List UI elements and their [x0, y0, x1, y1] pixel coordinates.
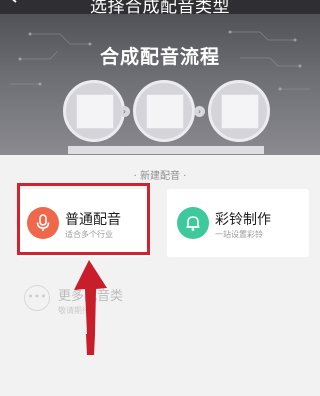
bell-icon: [177, 207, 209, 239]
card-title: 彩铃制作: [215, 212, 271, 228]
more-title: 更多配音类: [58, 289, 124, 304]
banner-title: 合成配音流程: [99, 46, 220, 68]
process-step-1: [63, 80, 125, 142]
annotation-highlight-box: [17, 183, 150, 255]
process-step-3: [208, 80, 270, 142]
card-subtitle: 一站设置彩铃: [215, 230, 263, 239]
step-arrow-icon: ›: [119, 106, 130, 117]
step-arrow-icon: ›: [194, 106, 205, 117]
top-bar: 选择合成配音类型: [0, 0, 320, 14]
page-title: 选择合成配音类型: [90, 0, 230, 14]
process-banner: 合成配音流程 › ›: [0, 14, 320, 155]
more-dubbing-types: ••• 更多配音类 敬请期待: [24, 283, 174, 319]
ellipsis-icon: •••: [24, 285, 50, 311]
step-image-placeholder: [221, 94, 259, 129]
step-image-placeholder: [146, 94, 184, 129]
banner-caption-bar: [68, 146, 264, 154]
ringtone-card[interactable]: 彩铃制作 一站设置彩铃: [167, 189, 309, 257]
section-title: · 新建配音 ·: [133, 171, 187, 182]
process-step-2: [133, 80, 195, 142]
more-subtitle: 敬请期待: [58, 306, 90, 315]
step-image-placeholder: [76, 94, 114, 129]
